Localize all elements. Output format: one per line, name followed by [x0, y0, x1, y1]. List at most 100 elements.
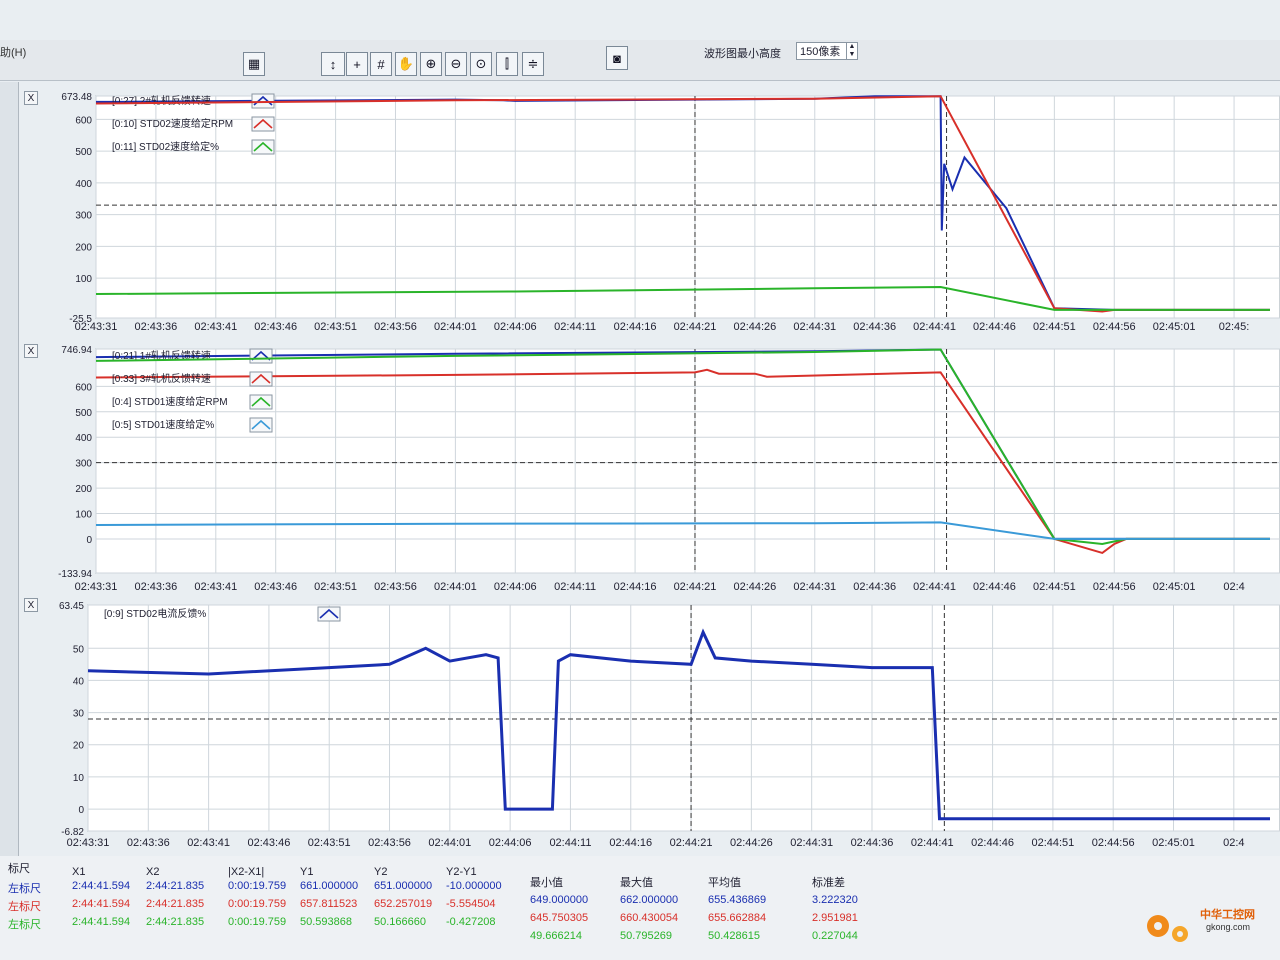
legend-label: [0:9] STD02电流反馈% [104, 607, 206, 620]
x-tick-label: 02:44:01 [428, 837, 471, 849]
x-tick-label: 02:43:56 [374, 321, 417, 333]
x-tick-label: 02:43:51 [308, 837, 351, 849]
y-tick-label: 200 [75, 242, 92, 253]
y-tick-label: 500 [75, 408, 92, 419]
x-tick-label: 02:44:31 [793, 321, 836, 333]
y-tick-label: 0 [78, 805, 84, 816]
table-cell: -0.427208 [446, 916, 496, 928]
waveform-plots[interactable]: 02:43:31 02:43:36 02:43:41 02:43:46 02:43:51… [0, 0, 1280, 856]
table-cell: 2:44:21.835 [146, 880, 205, 892]
table-header: Y2 [374, 866, 388, 878]
x-tick-label: 02:43:31 [75, 581, 118, 593]
x-tick-label: 02:44:11 [549, 837, 591, 849]
y-tick-label: 10 [73, 773, 85, 784]
y-tick-label: 600 [75, 115, 92, 126]
y-tick-label: 500 [75, 147, 92, 158]
x-tick-label: 02:44:06 [494, 321, 537, 333]
table-cell: 655.436869 [708, 894, 767, 906]
table-cell: 2:44:41.594 [72, 880, 131, 892]
table-header: 最大值 [620, 877, 653, 889]
x-tick-label: 02:44:51 [1033, 321, 1076, 333]
x-tick-label: 02:44:16 [609, 837, 652, 849]
table-cell: 50.166660 [374, 916, 426, 928]
y-tick-label: 300 [75, 459, 92, 470]
y-tick-label: 400 [75, 179, 92, 190]
y-tick-label: 400 [75, 433, 92, 444]
x-tick-label: 02:44:21 [674, 321, 717, 333]
gear-icon [1147, 915, 1188, 942]
table-cell: 657.811523 [300, 898, 358, 910]
table-header: Y1 [300, 866, 314, 878]
table-cell: 左标尺 [8, 883, 41, 895]
table-cell: 661.000000 [300, 880, 359, 892]
x-tick-label: 02:43:36 [134, 581, 177, 593]
table-header: 平均值 [708, 877, 741, 889]
legend-label: [0:11] STD02速度给定% [112, 140, 219, 153]
y-tick-label: 0 [86, 535, 92, 546]
table-cell: 49.666214 [530, 930, 582, 942]
x-tick-label: 02:45:01 [1153, 581, 1196, 593]
legend-label: [0:4] STD01速度给定RPM [112, 395, 228, 408]
x-tick-label: 02:4 [1223, 837, 1244, 849]
plot-3-area [87, 604, 1280, 832]
table-cell: 50.593868 [300, 916, 352, 928]
x-tick-label: 02:43:46 [254, 581, 297, 593]
y-tick-label: 100 [75, 510, 92, 521]
x-tick-label: 02:44:36 [853, 581, 896, 593]
x-tick-label: 02:44:56 [1093, 581, 1136, 593]
table-cell: 662.000000 [620, 894, 679, 906]
table-cell: 左标尺 [8, 901, 41, 913]
x-tick-label: 02:43:36 [127, 837, 170, 849]
y-tick-label: 746.94 [61, 345, 92, 356]
x-tick-label: 02:43:46 [254, 321, 297, 333]
x-tick-label: 02:44:41 [911, 837, 954, 849]
x-tick-label: 02:4 [1223, 581, 1244, 593]
table-cell: 2:44:21.835 [146, 916, 205, 928]
x-tick-label: 02:43:36 [134, 321, 177, 333]
table-cell: 0:00:19.759 [228, 898, 287, 910]
x-tick-label: 02:44:11 [554, 581, 596, 593]
y-tick-label: -6.82 [61, 827, 84, 838]
y-tick-label: 673.48 [61, 92, 92, 103]
x-tick-label: 02:43:46 [248, 837, 291, 849]
table-cell: 2:44:21.835 [146, 898, 205, 910]
x-tick-label: 02:44:26 [730, 837, 773, 849]
x-tick-label: 02:44:56 [1093, 321, 1136, 333]
table-cell: 3.222320 [812, 894, 858, 906]
x-tick-label: 02:44:16 [614, 321, 657, 333]
x-tick-label: 02:44:01 [434, 321, 477, 333]
table-header: |X2-X1| [228, 866, 265, 878]
table-cell: 651.000000 [374, 880, 433, 892]
x-tick-label: 02:44:26 [733, 581, 776, 593]
y-tick-label: 300 [75, 211, 92, 222]
x-tick-label: 02:43:41 [194, 321, 237, 333]
table-cell: 2:44:41.594 [72, 898, 131, 910]
y-tick-label: 20 [73, 741, 85, 752]
table-cell: 2:44:41.594 [72, 916, 131, 928]
x-tick-label: 02:43:51 [314, 321, 357, 333]
table-header: Y2-Y1 [446, 866, 477, 878]
x-tick-label: 02:44:41 [913, 321, 956, 333]
x-tick-label: 02:45: [1219, 321, 1250, 333]
table-cell: 655.662884 [708, 912, 767, 924]
y-tick-label: 100 [75, 274, 92, 285]
x-tick-label: 02:44:06 [494, 581, 537, 593]
x-tick-label: 02:44:51 [1031, 837, 1074, 849]
table-cell: -5.554504 [446, 898, 496, 910]
x-tick-label: 02:43:56 [374, 581, 417, 593]
x-tick-label: 02:44:06 [489, 837, 532, 849]
plot-2: 02:43:31 02:43:36 02:43:41 02:43:46 02:43:51… [58, 345, 1280, 593]
table-cell: 645.750305 [530, 912, 589, 924]
watermark-sub: gkong.com [1206, 922, 1251, 932]
table-header: 标尺 [8, 863, 30, 875]
x-tick-label: 02:44:36 [851, 837, 894, 849]
legend-label: [0:10] STD02速度给定RPM [112, 117, 233, 130]
table-header: 最小值 [530, 877, 563, 889]
x-tick-label: 02:44:21 [670, 837, 713, 849]
x-tick-label: 02:43:51 [314, 581, 357, 593]
x-tick-label: 02:45:01 [1152, 837, 1195, 849]
table-cell: 50.795269 [620, 930, 672, 942]
y-tick-label: 63.45 [59, 601, 84, 612]
x-tick-label: 02:44:21 [674, 581, 717, 593]
x-tick-label: 02:44:26 [733, 321, 776, 333]
